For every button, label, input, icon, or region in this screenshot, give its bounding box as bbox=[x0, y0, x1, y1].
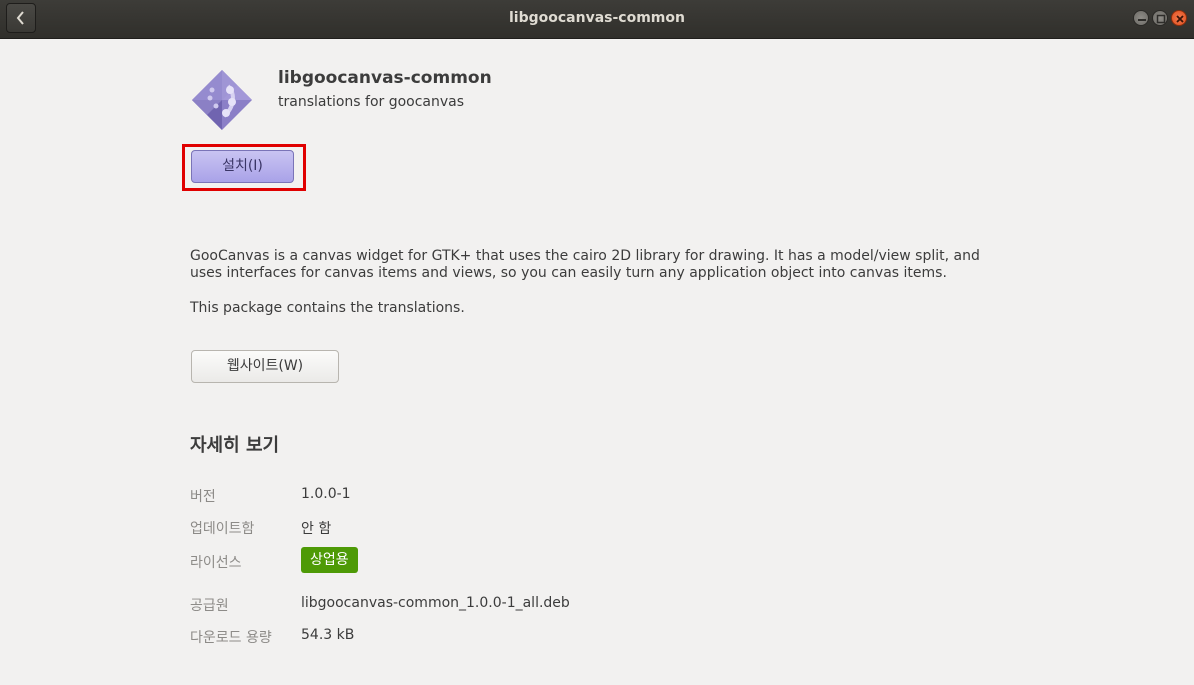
detail-value-updated: 안 함 bbox=[301, 521, 332, 537]
chevron-left-icon bbox=[16, 11, 24, 25]
detail-label-updated: 업데이트함 bbox=[190, 521, 255, 537]
website-button[interactable]: 웹사이트(W) bbox=[191, 350, 339, 383]
detail-label-download-size: 다운로드 용량 bbox=[190, 630, 272, 646]
minimize-icon bbox=[1138, 19, 1146, 21]
close-icon bbox=[1176, 15, 1184, 23]
package-icon bbox=[192, 70, 252, 130]
app-description: GooCanvas is a canvas widget for GTK+ th… bbox=[190, 248, 980, 335]
app-name: libgoocanvas-common bbox=[278, 68, 492, 88]
details-heading: 자세히 보기 bbox=[190, 435, 280, 456]
window-title: libgoocanvas-common bbox=[509, 10, 685, 26]
description-paragraph: GooCanvas is a canvas widget for GTK+ th… bbox=[190, 248, 980, 281]
detail-value-download-size: 54.3 kB bbox=[301, 627, 355, 643]
app-summary: translations for goocanvas bbox=[278, 94, 465, 110]
description-paragraph: This package contains the translations. bbox=[190, 300, 465, 316]
back-button[interactable] bbox=[6, 3, 36, 33]
maximize-button[interactable] bbox=[1152, 10, 1168, 26]
install-button[interactable]: 설치(I) bbox=[191, 150, 294, 183]
license-badge[interactable]: 상업용 bbox=[301, 547, 358, 573]
detail-label-license: 라이선스 bbox=[190, 555, 242, 571]
minimize-button[interactable] bbox=[1133, 10, 1149, 26]
detail-label-version: 버전 bbox=[190, 489, 216, 505]
detail-label-source: 공급원 bbox=[190, 598, 229, 614]
maximize-icon bbox=[1156, 14, 1166, 24]
close-button[interactable] bbox=[1171, 10, 1187, 26]
detail-value-version: 1.0.0-1 bbox=[301, 486, 351, 502]
detail-value-source: libgoocanvas-common_1.0.0-1_all.deb bbox=[301, 595, 570, 611]
title-bar: libgoocanvas-common bbox=[0, 0, 1194, 39]
